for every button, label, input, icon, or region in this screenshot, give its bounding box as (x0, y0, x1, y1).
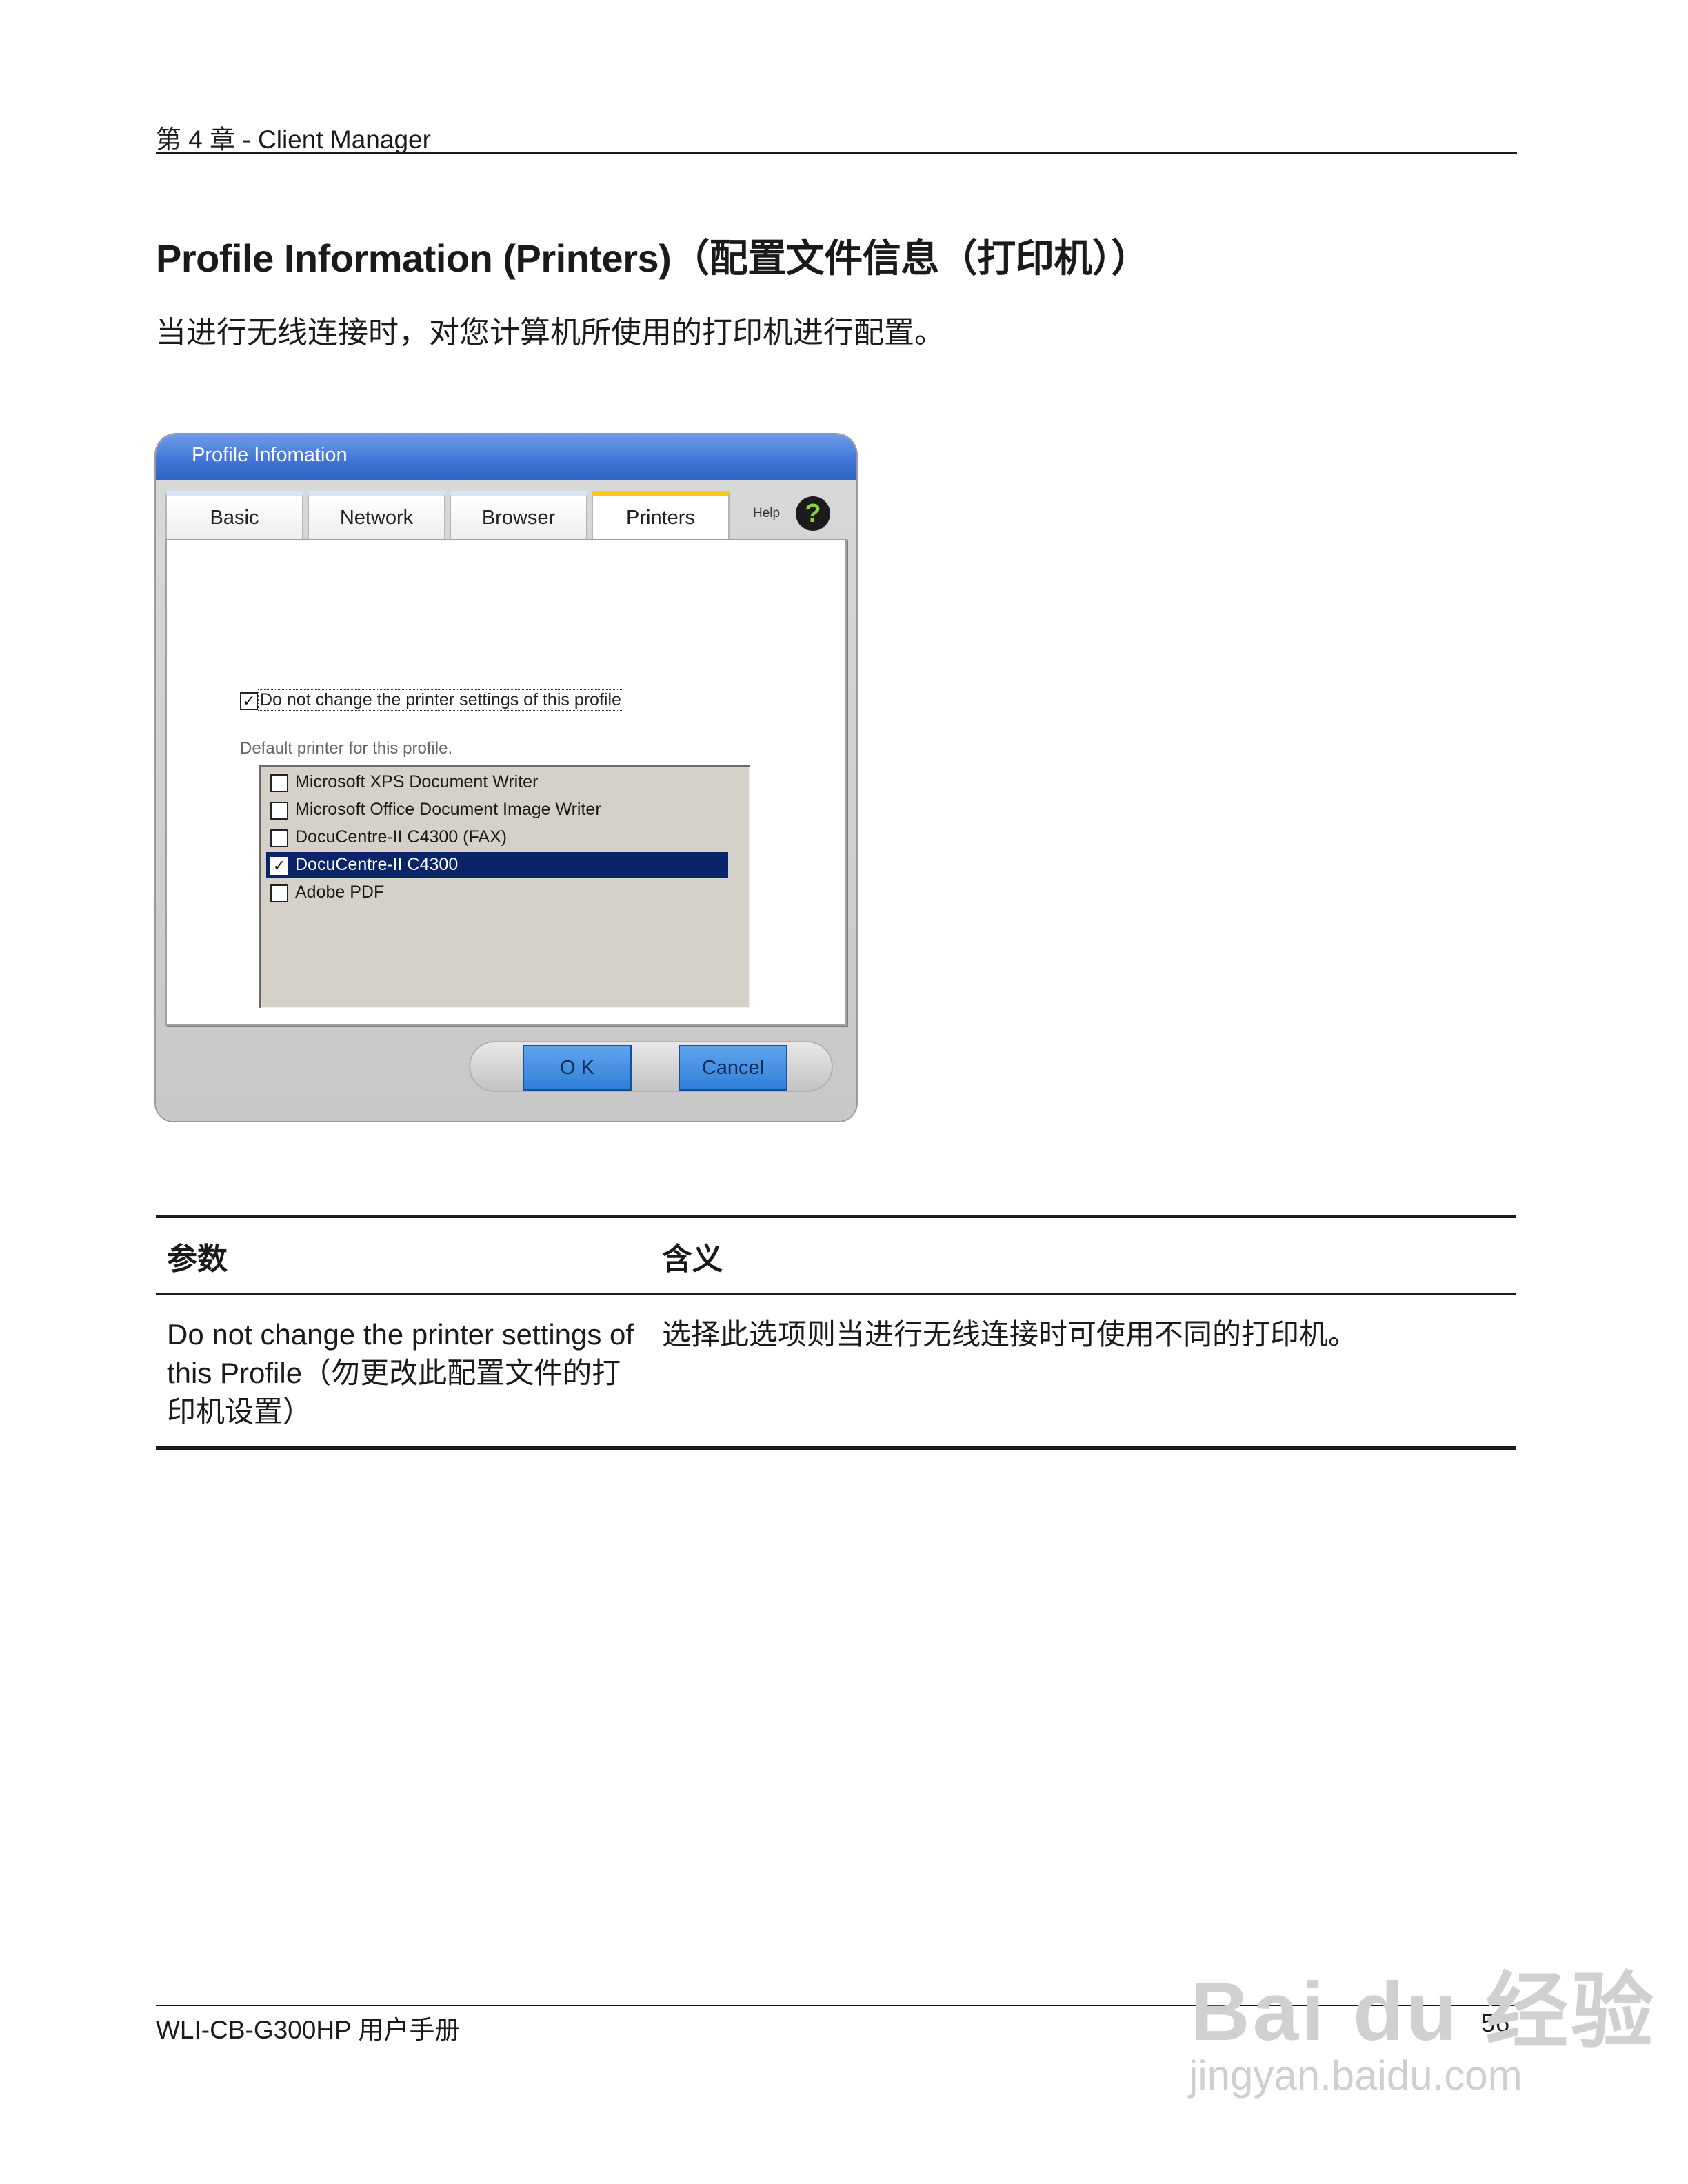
default-printer-label: Default printer for this profile. (240, 739, 453, 758)
printer-list[interactable]: Microsoft XPS Document Writer Microsoft … (259, 765, 750, 1008)
list-item-selected[interactable]: ✓ DocuCentre-II C4300 (266, 852, 728, 878)
keep-printer-settings-checkbox[interactable]: ✓ (240, 692, 258, 710)
baidu-watermark-logo: Bai du 经验 (1190, 1965, 1657, 2058)
table-top-rule (156, 1215, 1516, 1218)
question-mark-icon[interactable]: ? (796, 496, 830, 531)
ok-button[interactable]: O K (523, 1045, 632, 1091)
chapter-header: 第 4 章 - Client Manager (156, 125, 431, 154)
list-item[interactable]: Microsoft XPS Document Writer (266, 769, 728, 796)
header-rule (156, 152, 1517, 154)
table-row-param: Do not change the printer settings of th… (167, 1315, 634, 1431)
table-header-meaning: 含义 (662, 1242, 723, 1276)
list-item[interactable]: Microsoft Office Document Image Writer (266, 797, 728, 823)
printer-checkbox[interactable] (270, 829, 288, 847)
printer-checkbox[interactable] (270, 774, 288, 792)
tab-network[interactable]: Network (308, 491, 445, 542)
keep-printer-settings-label[interactable]: Do not change the printer settings of th… (258, 689, 623, 711)
printer-name: DocuCentre-II C4300 (FAX) (295, 827, 508, 847)
param-line: this Profile（勿更改此配置文件的打 (167, 1357, 621, 1389)
dialog-title: Profile Infomation (192, 444, 348, 466)
table-row-meaning: 选择此选项则当进行无线连接时可使用不同的打印机。 (662, 1318, 1358, 1351)
footer-manual-title: WLI-CB-G300HP 用户手册 (156, 2016, 461, 2044)
printer-checkbox[interactable]: ✓ (270, 857, 288, 875)
baidu-watermark-url: jingyan.baidu.com (1189, 2052, 1523, 2099)
param-line: Do not change the printer settings of (167, 1318, 634, 1351)
cancel-button[interactable]: Cancel (679, 1045, 787, 1091)
printer-checkbox[interactable] (270, 802, 288, 820)
table-header-param: 参数 (167, 1242, 228, 1276)
printer-name: Microsoft XPS Document Writer (295, 772, 539, 791)
section-title: Profile Information (Printers)（配置文件信息（打印… (156, 236, 1149, 280)
tab-printers[interactable]: Printers (592, 491, 730, 545)
printer-checkbox[interactable] (270, 884, 288, 902)
dialog-titlebar: Profile Infomation (156, 434, 856, 480)
list-item[interactable]: Adobe PDF (266, 880, 728, 906)
tab-browser[interactable]: Browser (450, 491, 587, 542)
intro-text: 当进行无线连接时，对您计算机所使用的打印机进行配置。 (156, 316, 945, 350)
printer-name: Adobe PDF (295, 882, 385, 902)
table-bottom-rule (156, 1446, 1516, 1450)
printer-name: DocuCentre-II C4300 (295, 855, 459, 874)
tab-basic[interactable]: Basic (165, 491, 303, 542)
printer-name: Microsoft Office Document Image Writer (295, 800, 601, 819)
printers-panel: ✓ Do not change the printer settings of … (165, 539, 847, 1026)
param-line: 印机设置） (167, 1395, 312, 1428)
profile-dialog: Profile Infomation Basic Network Browser… (156, 434, 856, 1121)
help-label: Help (753, 506, 781, 520)
table-header-rule (156, 1293, 1516, 1295)
tab-bar: Basic Network Browser Printers (165, 491, 848, 545)
list-item[interactable]: DocuCentre-II C4300 (FAX) (266, 825, 728, 851)
